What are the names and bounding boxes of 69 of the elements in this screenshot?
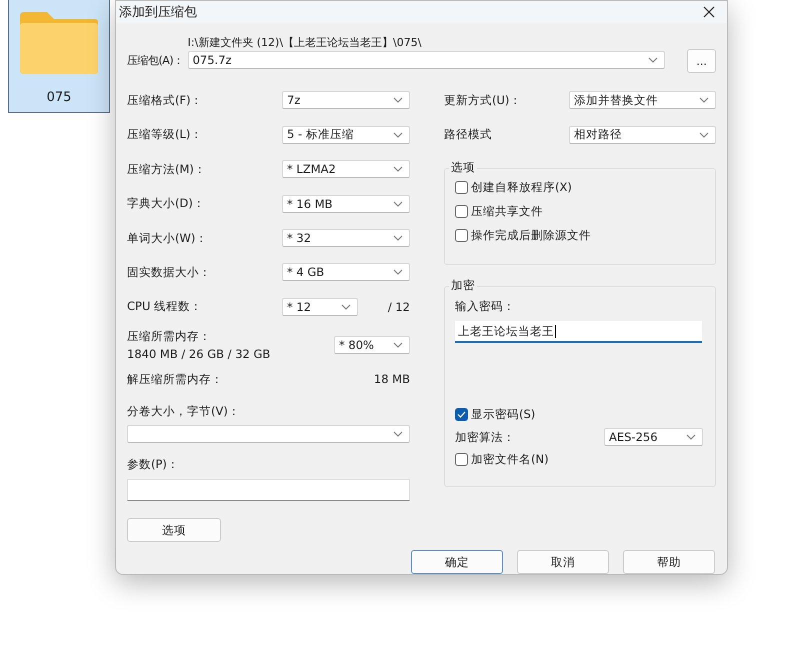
field-label: 字典大小(D)： xyxy=(127,196,205,212)
dropdown[interactable]: * 16 MB xyxy=(282,194,410,213)
caret-icon xyxy=(393,97,403,104)
caret-icon xyxy=(393,235,403,242)
options-button[interactable]: 选项 xyxy=(127,518,221,542)
memory-reading: 18 MB xyxy=(374,372,410,386)
dropdown[interactable]: 5 - 标准压缩 xyxy=(282,126,410,144)
field-label: CPU 线程数： xyxy=(127,299,202,314)
group-title: 加密 xyxy=(449,278,477,294)
dropdown[interactable]: * 32 xyxy=(282,229,410,248)
checkbox[interactable] xyxy=(455,453,468,466)
checkbox-label: 加密文件名(N) xyxy=(471,452,549,468)
checkbox[interactable] xyxy=(455,205,468,218)
dropdown[interactable]: * 80% xyxy=(334,336,410,354)
dropdown[interactable]: 7z xyxy=(282,91,410,110)
caret-icon xyxy=(393,200,403,207)
caret-icon xyxy=(699,132,709,138)
thread-count: / 12 xyxy=(386,300,410,314)
field-label: 更新方式(U)： xyxy=(444,92,522,108)
checkbox-label: 创建自释放程序(X) xyxy=(471,180,572,196)
field-label: 解压缩所需内存： xyxy=(127,372,223,386)
field-label: 输入密码： xyxy=(455,299,515,314)
checkbox-label: 压缩共享文件 xyxy=(471,204,543,220)
dropdown[interactable]: 相对路径 xyxy=(569,126,716,144)
desktop-folder[interactable]: 075 xyxy=(8,0,110,113)
dialog-button[interactable]: 取消 xyxy=(517,550,609,574)
dropdown[interactable]: AES-256 xyxy=(604,428,703,446)
group-title: 选项 xyxy=(449,160,477,176)
archive-name-dropdown[interactable]: 075.7z xyxy=(188,51,666,70)
folder-icon xyxy=(17,10,101,76)
dropdown[interactable]: * 4 GB xyxy=(282,263,410,282)
caret-icon xyxy=(393,431,403,437)
field-label: 压缩方法(M)： xyxy=(127,162,206,177)
checkbox-label: 操作完成后删除源文件 xyxy=(471,228,591,244)
field-label: 压缩等级(L)： xyxy=(127,127,202,142)
caret-icon xyxy=(393,269,403,276)
caret-icon xyxy=(699,97,709,104)
dialog-button[interactable]: 帮助 xyxy=(623,550,715,574)
field-label: 压缩格式(F)： xyxy=(127,92,203,108)
checkbox-label: 显示密码(S) xyxy=(471,407,536,422)
field-label: 压缩所需内存： xyxy=(127,329,212,344)
field-label: 压缩包(A)： xyxy=(127,53,184,68)
field-label: 参数(P)： xyxy=(127,457,180,472)
checkbox[interactable] xyxy=(455,408,468,422)
caret-icon xyxy=(341,304,351,310)
field-label: 单词大小(W)： xyxy=(127,230,208,246)
browse-button[interactable]: ... xyxy=(687,49,716,74)
dropdown[interactable]: * LZMA2 xyxy=(282,160,410,178)
password-field[interactable]: 上老王论坛当老王 xyxy=(455,321,702,344)
caret-icon xyxy=(686,434,696,440)
field-label: 加密算法： xyxy=(455,430,515,445)
window-title: 添加到压缩包 xyxy=(119,4,197,22)
checkbox[interactable] xyxy=(455,229,468,242)
close-icon xyxy=(703,6,715,18)
caret-icon xyxy=(393,166,403,172)
dialog-button[interactable]: 确定 xyxy=(411,550,503,574)
parameters-field[interactable] xyxy=(127,479,410,501)
dropdown[interactable]: 添加并替换文件 xyxy=(569,91,716,110)
folder-name: 075 xyxy=(46,90,72,105)
field-label: 固实数据大小： xyxy=(127,264,211,280)
checkbox[interactable] xyxy=(455,181,468,194)
caret-icon xyxy=(393,132,403,138)
dropdown[interactable]: * 12 xyxy=(282,298,358,316)
caret-icon xyxy=(648,57,658,64)
field-label: 分卷大小，字节(V)： xyxy=(127,404,241,419)
archive-path: I:\新建文件夹 (12)\【上老王论坛当老王】\075\ xyxy=(188,35,422,50)
field-label: 路径模式 xyxy=(444,127,492,142)
memory-usage: 1840 MB / 26 GB / 32 GB xyxy=(127,347,270,361)
caret-icon xyxy=(393,342,403,348)
